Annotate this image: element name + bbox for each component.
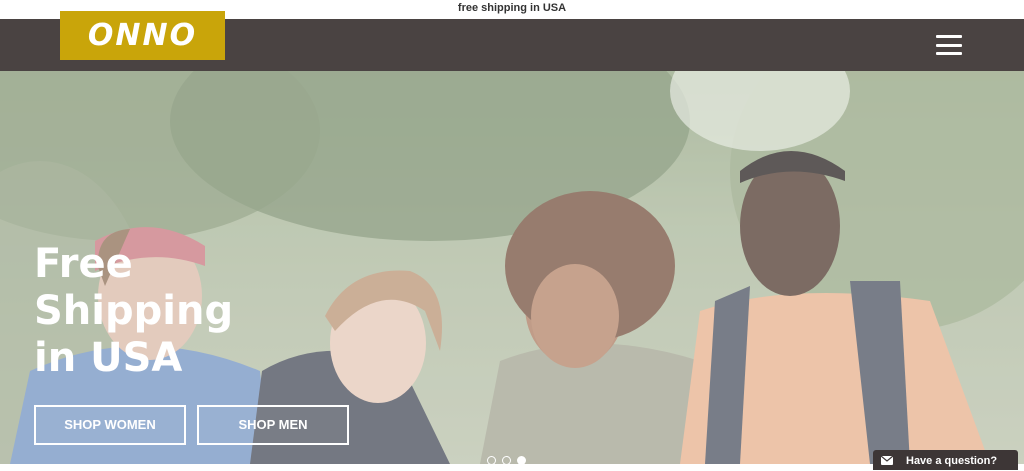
slider-dots — [487, 456, 526, 464]
shop-men-button[interactable]: SHOP MEN — [197, 405, 349, 445]
hamburger-menu-icon[interactable] — [936, 35, 962, 55]
chat-widget-button[interactable]: Have a question? — [873, 450, 1018, 470]
headline-line-1: Free — [34, 241, 133, 287]
brand-logo[interactable]: ONNO — [60, 11, 225, 60]
headline-line-3: in USA — [34, 335, 183, 381]
chat-widget-label: Have a question? — [906, 455, 998, 467]
shop-women-button[interactable]: SHOP WOMEN — [34, 405, 186, 445]
slide-dot-1[interactable] — [487, 456, 496, 464]
slide-dot-3[interactable] — [517, 456, 526, 464]
hero-headline: Free Shipping in USA — [34, 241, 334, 382]
headline-line-2: Shipping — [34, 288, 234, 334]
announcement-text: free shipping in USA — [457, 2, 567, 14]
logo-text: ONNO — [87, 18, 198, 53]
slide-dot-2[interactable] — [502, 456, 511, 464]
hero-banner: Free Shipping in USA SHOP WOMEN SHOP MEN — [0, 71, 1024, 464]
